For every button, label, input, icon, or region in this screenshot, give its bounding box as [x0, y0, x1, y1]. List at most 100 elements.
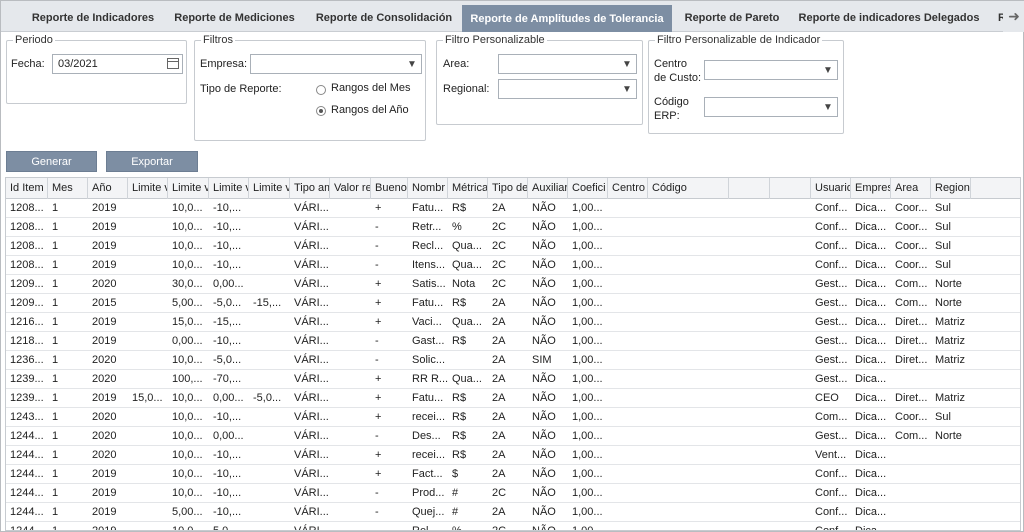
tab-scroll-left-icon[interactable] — [1, 1, 23, 32]
calendar-icon[interactable] — [167, 58, 179, 69]
table-cell: # — [452, 487, 459, 499]
radio-rangos-mes[interactable] — [316, 85, 326, 95]
tab-reporte-consolidacion[interactable]: Reporte de Consolidación — [306, 5, 462, 31]
table-cell — [770, 446, 811, 465]
table-cell — [128, 237, 168, 256]
column-header[interactable] — [770, 178, 811, 199]
column-header[interactable]: Limite v — [128, 178, 168, 199]
table-cell — [770, 503, 811, 522]
tab-reporte-indicadores[interactable]: Reporte de Indicadores — [23, 5, 163, 31]
table-row[interactable]: 1208... 1 2019 10,0... -10,... VÁRI... - Recl..… — [6, 237, 1020, 256]
column-header[interactable]: Limite v — [249, 178, 290, 199]
chevron-down-icon: ▼ — [622, 58, 632, 70]
table-cell: 2C — [492, 487, 507, 499]
generar-button[interactable]: Generar — [6, 151, 97, 172]
table-cell: -15,... — [213, 316, 242, 328]
table-row[interactable]: 1244... 1 2019 10,0... 5,0... VÁRI... - Rel...%… — [6, 522, 1020, 531]
centro-custo-select[interactable]: ▼ — [704, 60, 838, 80]
regional-label: Regional: — [443, 83, 490, 95]
column-header[interactable]: Usuario — [811, 178, 851, 199]
table-cell: Des... — [412, 430, 441, 442]
table-cell: -10,... — [213, 202, 242, 214]
table-row[interactable]: 1244... 1 2019 10,0... -10,... VÁRI... + Fact..… — [6, 465, 1020, 484]
table-cell: Matriz — [935, 392, 965, 404]
table-cell: VÁRI... — [294, 525, 329, 531]
column-header[interactable]: Mes — [48, 178, 88, 199]
table-cell — [249, 275, 290, 294]
table-cell: Sul — [935, 259, 951, 271]
table-cell: 1 — [52, 297, 59, 309]
regional-select[interactable]: ▼ — [498, 79, 637, 99]
column-header[interactable]: Código — [648, 178, 729, 199]
radio-rangos-ano[interactable] — [316, 106, 326, 116]
table-cell: R$ — [452, 202, 467, 214]
table-row[interactable]: 1218... 1 2019 0,00... -10,... VÁRI... - Gast..… — [6, 332, 1020, 351]
tab-reporte-mediciones[interactable]: Reporte de Mediciones — [163, 5, 306, 31]
tab-reporte-pareto[interactable]: Reporte de Pareto — [672, 5, 792, 31]
column-header[interactable]: Id Item — [6, 178, 48, 199]
area-select[interactable]: ▼ — [498, 54, 637, 74]
table-row[interactable]: 1244... 1 2020 10,0... 0,00... VÁRI... - Des...… — [6, 427, 1020, 446]
table-cell: Sul — [935, 240, 951, 252]
column-header[interactable]: Limite v — [168, 178, 209, 199]
table-row[interactable]: 1209... 1 2020 30,0... 0,00... VÁRI... + Satis.… — [6, 275, 1020, 294]
table-row[interactable]: 1208... 1 2019 10,0... -10,... VÁRI... - Retr..… — [6, 218, 1020, 237]
table-row[interactable]: 1239... 1 2020 100,... -70,... VÁRI... + RR R..… — [6, 370, 1020, 389]
codigo-erp-select[interactable]: ▼ — [704, 97, 838, 117]
table-row[interactable]: 1208... 1 2019 10,0... -10,... VÁRI... + Fatu..… — [6, 199, 1020, 218]
table-cell: + — [375, 202, 382, 214]
tab-label: Reporte de Consolidación — [315, 12, 453, 24]
table-cell: Matriz — [935, 354, 965, 366]
exportar-button[interactable]: Exportar — [106, 151, 198, 172]
filtros-legend: Filtros — [203, 34, 233, 46]
column-header[interactable] — [971, 178, 1020, 199]
column-header[interactable]: Valor re — [330, 178, 371, 199]
tab-scroll-right-icon[interactable]: ➜ — [1003, 1, 1024, 32]
column-header[interactable]: Bueno p — [371, 178, 408, 199]
table-cell: -10,... — [213, 468, 242, 480]
table-cell: 2019 — [92, 506, 117, 518]
column-header[interactable]: Métrica — [448, 178, 488, 199]
column-header[interactable]: Nombr — [408, 178, 448, 199]
table-cell: 1208... — [10, 240, 44, 252]
table-row[interactable]: 1244... 1 2019 10,0... -10,... VÁRI... - Prod..… — [6, 484, 1020, 503]
column-header[interactable] — [729, 178, 770, 199]
table-cell: NÃO — [532, 316, 556, 328]
tab-reporte-amplitudes-tolerancia[interactable]: Reporte de Amplitudes de Tolerancia — [462, 5, 672, 32]
table-cell: -10,... — [213, 487, 242, 499]
table-cell: VÁRI... — [294, 278, 329, 290]
table-row[interactable]: 1244... 1 2019 5,00... -10,... VÁRI... - Quej..… — [6, 503, 1020, 522]
tab-reporte-indicadores-delegados[interactable]: Reporte de indicadores Delegados — [792, 5, 986, 31]
table-cell: 1,00... — [572, 468, 603, 480]
column-header[interactable]: Area — [891, 178, 931, 199]
table-cell: NÃO — [532, 297, 556, 309]
column-header[interactable]: Año — [88, 178, 128, 199]
column-header[interactable]: Coefici — [568, 178, 608, 199]
table-cell: 2019 — [92, 259, 117, 271]
table-cell: 1,00... — [572, 430, 603, 442]
chevron-down-icon: ▼ — [823, 64, 833, 76]
column-header[interactable]: Empres — [851, 178, 891, 199]
table-row[interactable]: 1208... 1 2019 10,0... -10,... VÁRI... - Itens.… — [6, 256, 1020, 275]
table-row[interactable]: 1236... 1 2020 10,0... -5,0... VÁRI... - Solic.… — [6, 351, 1020, 370]
column-header[interactable]: Centro c — [608, 178, 648, 199]
table-row[interactable]: 1239... 1 2019 15,0... 10,0... 0,00... -5,0...… — [6, 389, 1020, 408]
table-row[interactable]: 1243... 1 2020 10,0... -10,... VÁRI... + recei.… — [6, 408, 1020, 427]
column-header[interactable]: Limite v — [209, 178, 249, 199]
empresa-select[interactable]: ▼ — [250, 54, 422, 74]
filtro-personalizable-legend: Filtro Personalizable — [445, 34, 545, 46]
table-row[interactable]: 1244... 1 2020 10,0... -10,... VÁRI... + recei.… — [6, 446, 1020, 465]
table-cell: Vaci... — [412, 316, 442, 328]
table-cell: 1,00... — [572, 335, 603, 347]
table-cell: Gest... — [815, 335, 848, 347]
table-cell — [608, 465, 648, 484]
table-cell: 1 — [52, 506, 59, 518]
column-header[interactable]: Auxiliar — [528, 178, 568, 199]
column-header[interactable]: Regiona — [931, 178, 971, 199]
tab-label: Reporte de Amplitudes de Tolerancia — [470, 12, 664, 25]
column-header[interactable]: Tipo am — [290, 178, 330, 199]
table-row[interactable]: 1209... 1 2015 5,00... -5,0... -15,... VÁRI...… — [6, 294, 1020, 313]
table-row[interactable]: 1216... 1 2019 15,0... -15,... VÁRI... + Vaci..… — [6, 313, 1020, 332]
fecha-input[interactable]: 03/2021 — [52, 54, 183, 74]
column-header[interactable]: Tipo de — [488, 178, 528, 199]
